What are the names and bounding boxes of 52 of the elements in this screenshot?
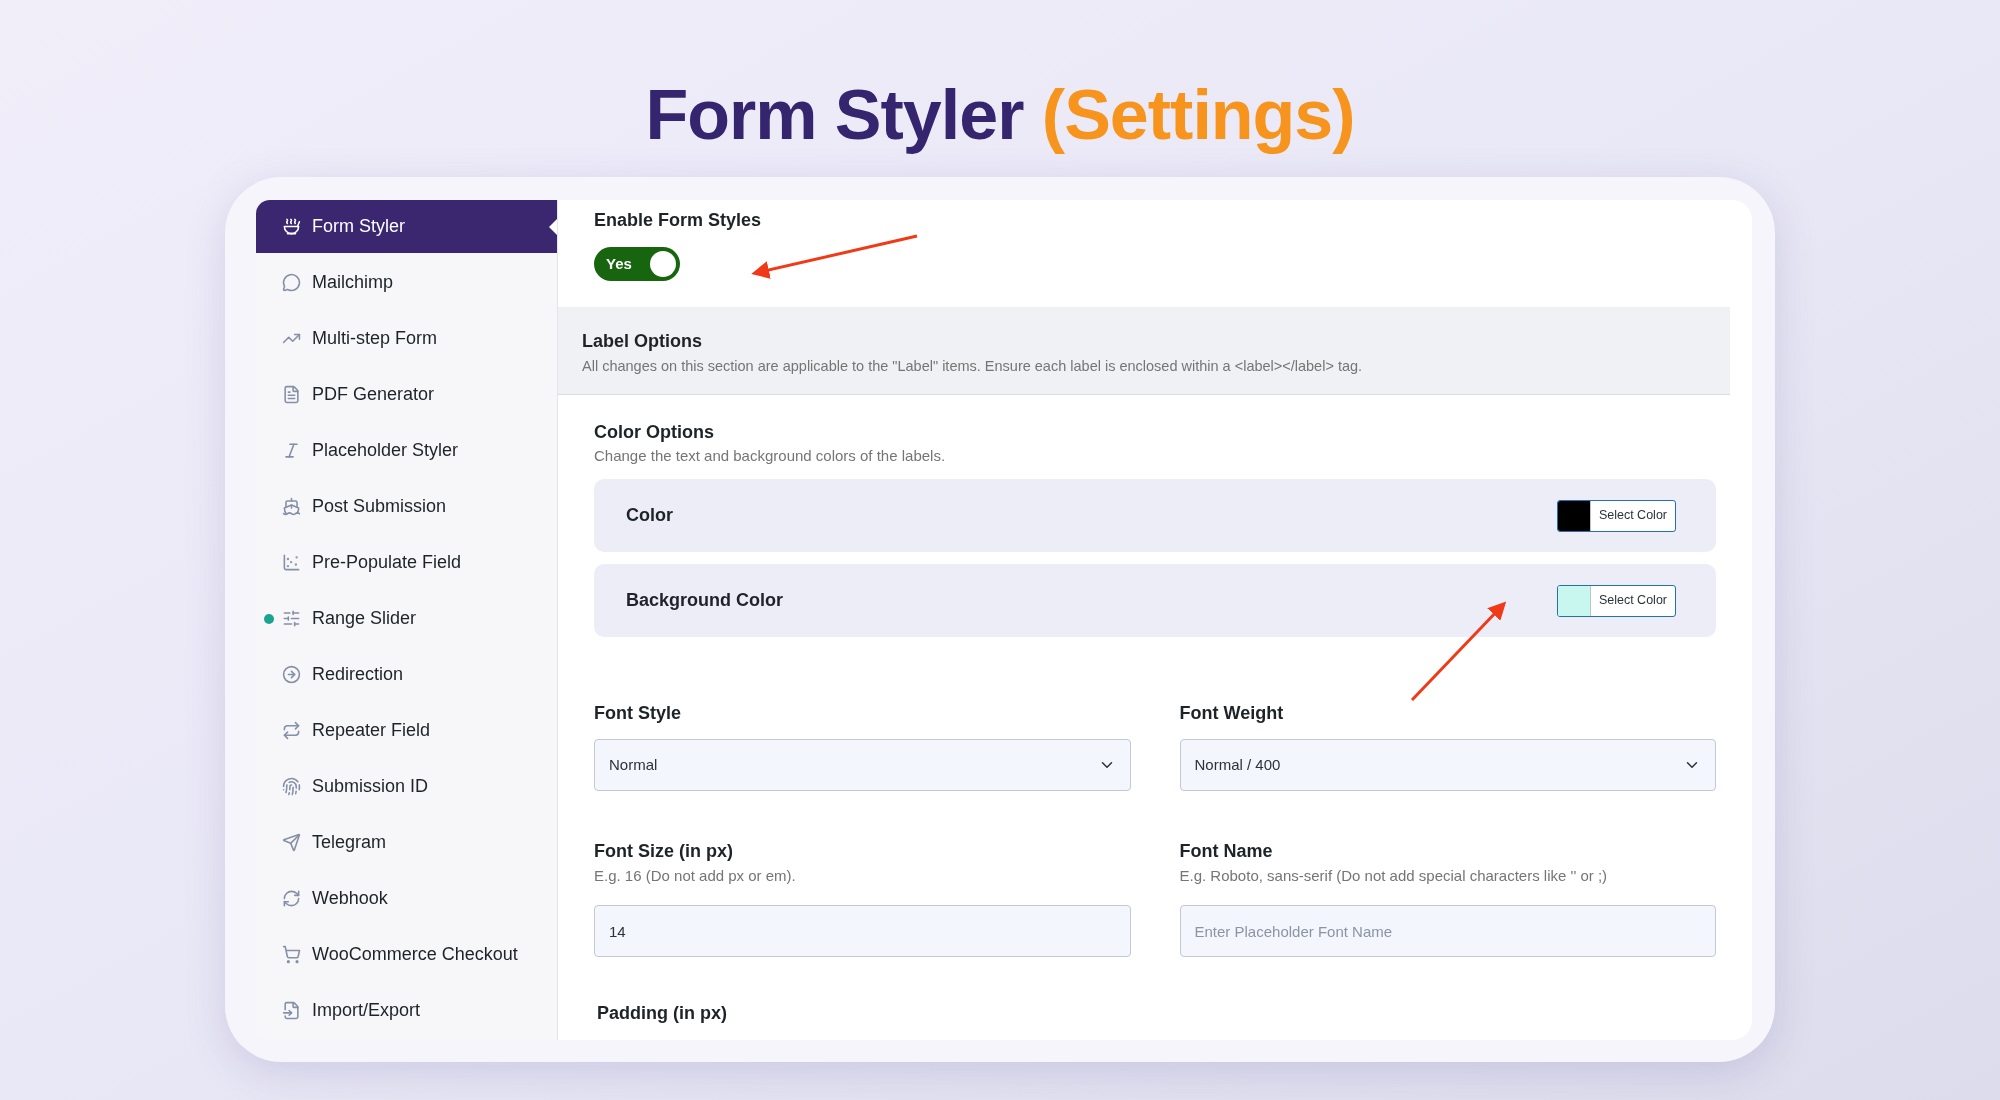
arrow-circle-icon <box>282 665 301 684</box>
field-label: Font Size (in px) <box>594 840 734 863</box>
sliders-icon <box>282 609 301 628</box>
scatter-chart-icon <box>282 553 301 572</box>
color-label: Color <box>626 504 673 527</box>
sidebar-item[interactable]: PDF Generator <box>256 368 557 421</box>
sidebar-item[interactable]: WooCommerce Checkout <box>256 928 557 981</box>
file-import-icon <box>282 1001 301 1020</box>
fingerprint-icon <box>282 777 301 796</box>
sidebar-item[interactable]: Multi-step Form <box>256 312 557 365</box>
field-label: Font Weight <box>1179 702 1285 725</box>
toggle-knob <box>650 251 676 277</box>
field-label: Padding (in px) <box>597 1002 728 1025</box>
sidebar-item[interactable]: Mailchimp <box>256 256 557 309</box>
page-headline: Form Styler (Settings) <box>645 75 1355 156</box>
input-field[interactable]: 14 <box>594 905 1131 957</box>
sidebar-item[interactable]: Webhook <box>256 872 557 925</box>
section-description: All changes on this section are applicable to the "Label" items. Ensure each label is enclosed within a <label></label> tag. <box>582 357 1364 376</box>
sidebar-item[interactable]: Submission ID <box>256 760 557 813</box>
field-hint: E.g. 16 (Do not add px or em). <box>594 866 797 886</box>
field-label: Font Name <box>1179 840 1274 863</box>
section-title: Label Options <box>582 330 703 353</box>
color-label: Background Color <box>626 589 783 612</box>
sidebar-item[interactable]: Placeholder Styler <box>256 424 557 477</box>
send-icon <box>282 833 301 852</box>
color-picker-button[interactable]: Select Color <box>1556 584 1676 617</box>
sidebar-item[interactable]: Redirection <box>256 648 557 701</box>
sidebar-item[interactable]: Telegram <box>256 816 557 869</box>
refresh-icon <box>282 889 301 908</box>
italic-icon <box>282 441 301 460</box>
input-field[interactable]: Enter Placeholder Font Name <box>1179 905 1716 957</box>
sidebar-item[interactable]: Form Styler <box>256 200 557 253</box>
sidebar-item[interactable]: Range Slider <box>256 592 557 645</box>
dropdown[interactable]: Normal <box>594 739 1131 791</box>
bowl-icon <box>282 217 301 236</box>
chat-bubble-icon <box>282 273 301 292</box>
sidebar-item[interactable]: Pre-Populate Field <box>256 536 557 589</box>
cart-icon <box>282 945 301 964</box>
document-icon <box>282 385 301 404</box>
color-picker-button[interactable]: Select Color <box>1556 499 1676 532</box>
sidebar-item[interactable]: Post Submission <box>256 480 557 533</box>
toggle-switch[interactable]: Yes <box>594 247 680 281</box>
group-title: Color Options <box>594 421 715 444</box>
setting-label: Enable Form Styles <box>594 209 763 232</box>
dropdown[interactable]: Normal / 400 <box>1179 739 1716 791</box>
group-description: Change the text and background colors of the labels. <box>594 446 947 466</box>
field-hint: E.g. Roboto, sans-serif (Do not add special characters like '' or ;) <box>1179 866 1609 886</box>
sidebar-item[interactable]: Repeater Field <box>256 704 557 757</box>
ship-icon <box>282 497 301 516</box>
field-label: Font Style <box>594 702 682 725</box>
sidebar-item[interactable]: Import/Export <box>256 984 557 1037</box>
repeat-icon <box>282 721 301 740</box>
